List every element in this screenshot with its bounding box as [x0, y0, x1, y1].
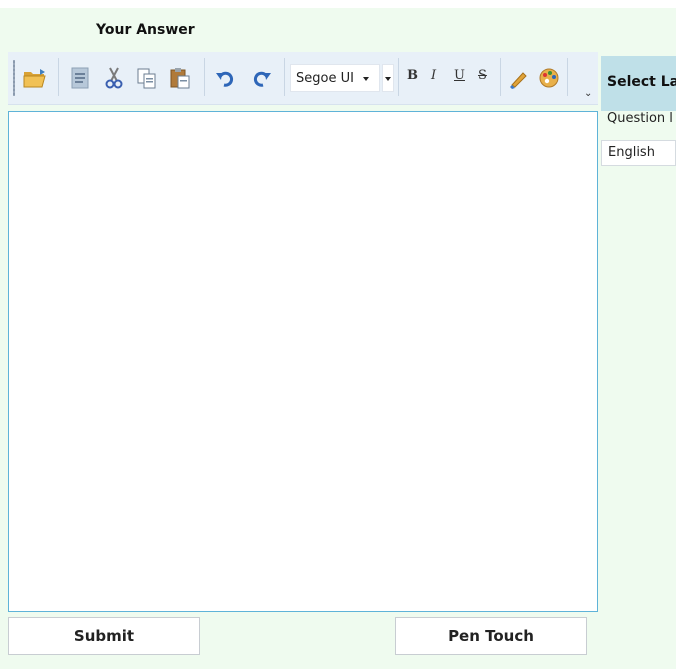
- underline-button[interactable]: U: [454, 68, 465, 83]
- font-family-value: Segoe UI: [296, 71, 354, 86]
- answer-editor[interactable]: [8, 111, 598, 612]
- copy-icon[interactable]: [133, 64, 161, 92]
- color-palette-icon[interactable]: [535, 64, 563, 92]
- language-header: Select La: [601, 56, 676, 111]
- toolbar-grip[interactable]: [13, 60, 15, 96]
- submit-button[interactable]: Submit: [8, 617, 200, 655]
- open-folder-icon[interactable]: [21, 64, 49, 92]
- bold-button[interactable]: B: [407, 68, 418, 83]
- highlighter-icon[interactable]: [505, 64, 533, 92]
- chevron-down-icon: [385, 77, 391, 81]
- redo-icon[interactable]: [248, 64, 276, 92]
- pen-touch-button[interactable]: Pen Touch: [395, 617, 587, 655]
- undo-icon[interactable]: [211, 64, 239, 92]
- cut-icon[interactable]: [100, 64, 128, 92]
- toolbar-overflow-icon[interactable]: ⌄: [584, 88, 592, 99]
- editor-toolbar: Segoe UI B I U S ⌄: [8, 52, 598, 105]
- strikethrough-button[interactable]: S: [478, 68, 487, 83]
- language-header-label: Select La: [607, 74, 676, 90]
- language-select[interactable]: English: [601, 140, 676, 166]
- font-size-select[interactable]: [382, 64, 394, 92]
- chevron-down-icon: [363, 77, 369, 81]
- paste-icon[interactable]: [166, 64, 194, 92]
- font-family-select[interactable]: Segoe UI: [290, 64, 380, 92]
- italic-button[interactable]: I: [431, 68, 436, 83]
- document-icon[interactable]: [66, 64, 94, 92]
- question-language-label: Question l: [607, 111, 673, 126]
- answer-title: Your Answer: [96, 22, 195, 38]
